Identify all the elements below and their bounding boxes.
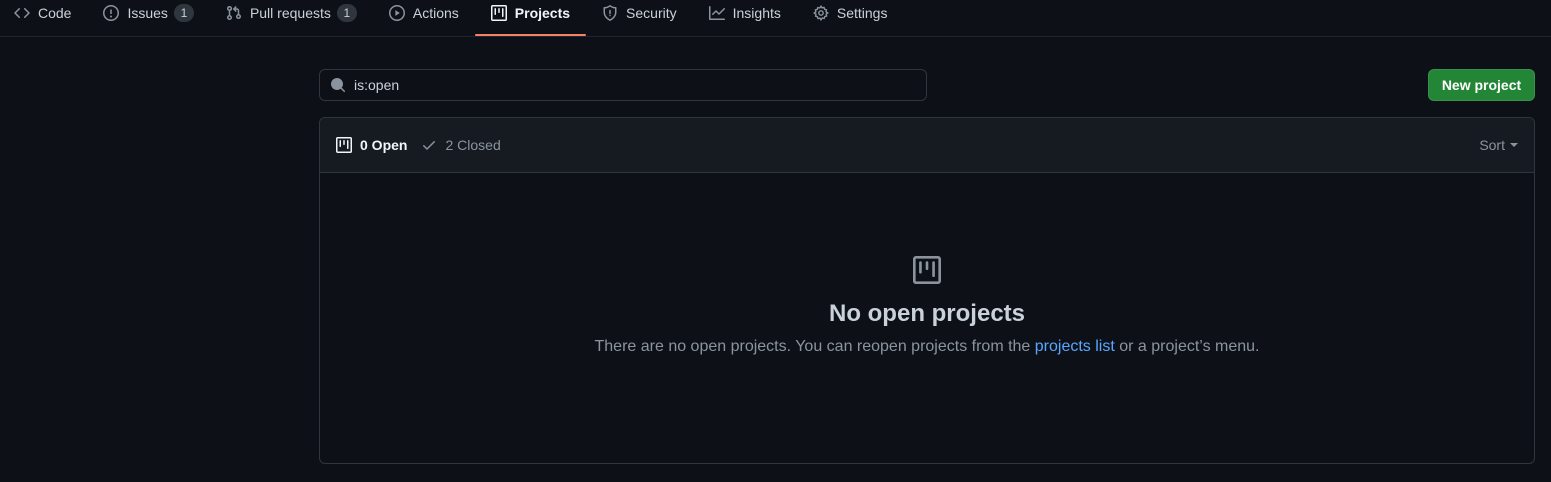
project-icon (913, 256, 941, 284)
pull-requests-counter: 1 (336, 4, 357, 22)
empty-title: No open projects (828, 300, 1026, 327)
git-pull-request-icon (226, 5, 242, 21)
tab-label: Security (626, 5, 677, 21)
project-icon (490, 5, 507, 21)
tab-code[interactable]: Code (0, 0, 87, 26)
open-filter[interactable]: 0 Open (336, 137, 407, 153)
play-icon (388, 5, 405, 21)
empty-text-before: There are no open projects. You can reop… (594, 338, 1035, 355)
graph-icon (708, 5, 725, 21)
tab-label: Issues (127, 5, 168, 21)
tab-settings[interactable]: Settings (797, 0, 904, 26)
search-icon (330, 77, 346, 93)
tab-label: Settings (836, 5, 888, 21)
empty-text-after: or a project’s menu. (1114, 338, 1260, 355)
check-icon (421, 137, 437, 153)
projects-list-link[interactable]: projects list (1035, 338, 1115, 355)
open-filter-label: 0 Open (360, 137, 408, 153)
tab-pull-requests[interactable]: Pull requests 1 (210, 0, 373, 26)
issues-counter: 1 (173, 4, 194, 22)
caret-down-icon (1510, 143, 1518, 147)
tab-insights[interactable]: Insights (693, 0, 797, 26)
projects-box: 0 Open 2 Closed Sort No open projects Th… (319, 117, 1535, 464)
issue-opened-icon (103, 5, 120, 21)
tab-label: Insights (732, 5, 781, 21)
tab-actions[interactable]: Actions (373, 0, 475, 26)
empty-state: No open projects There are no open proje… (320, 173, 1534, 463)
new-project-button[interactable]: New project (1428, 69, 1535, 101)
empty-description: There are no open projects. You can reop… (595, 338, 1260, 356)
closed-filter[interactable]: 2 Closed (421, 137, 501, 153)
tab-label: Projects (514, 5, 571, 21)
sort-label: Sort (1479, 137, 1505, 153)
tab-issues[interactable]: Issues 1 (87, 0, 209, 26)
search-input[interactable] (354, 77, 914, 93)
tab-label: Pull requests (249, 5, 331, 21)
project-icon (336, 137, 352, 153)
repo-nav-tabs: Code Issues 1 Pull requests 1 Actions Pr… (0, 0, 1551, 37)
tab-label: Actions (412, 5, 459, 21)
shield-icon (602, 5, 618, 21)
sort-dropdown[interactable]: Sort (1479, 137, 1518, 153)
code-icon (14, 5, 30, 21)
tab-security[interactable]: Security (586, 0, 693, 26)
tab-projects[interactable]: Projects (474, 0, 587, 36)
tab-label: Code (38, 5, 72, 21)
project-search[interactable] (319, 69, 927, 101)
projects-box-header: 0 Open 2 Closed Sort (320, 118, 1534, 173)
gear-icon (812, 5, 829, 21)
closed-filter-label: 2 Closed (445, 137, 501, 153)
